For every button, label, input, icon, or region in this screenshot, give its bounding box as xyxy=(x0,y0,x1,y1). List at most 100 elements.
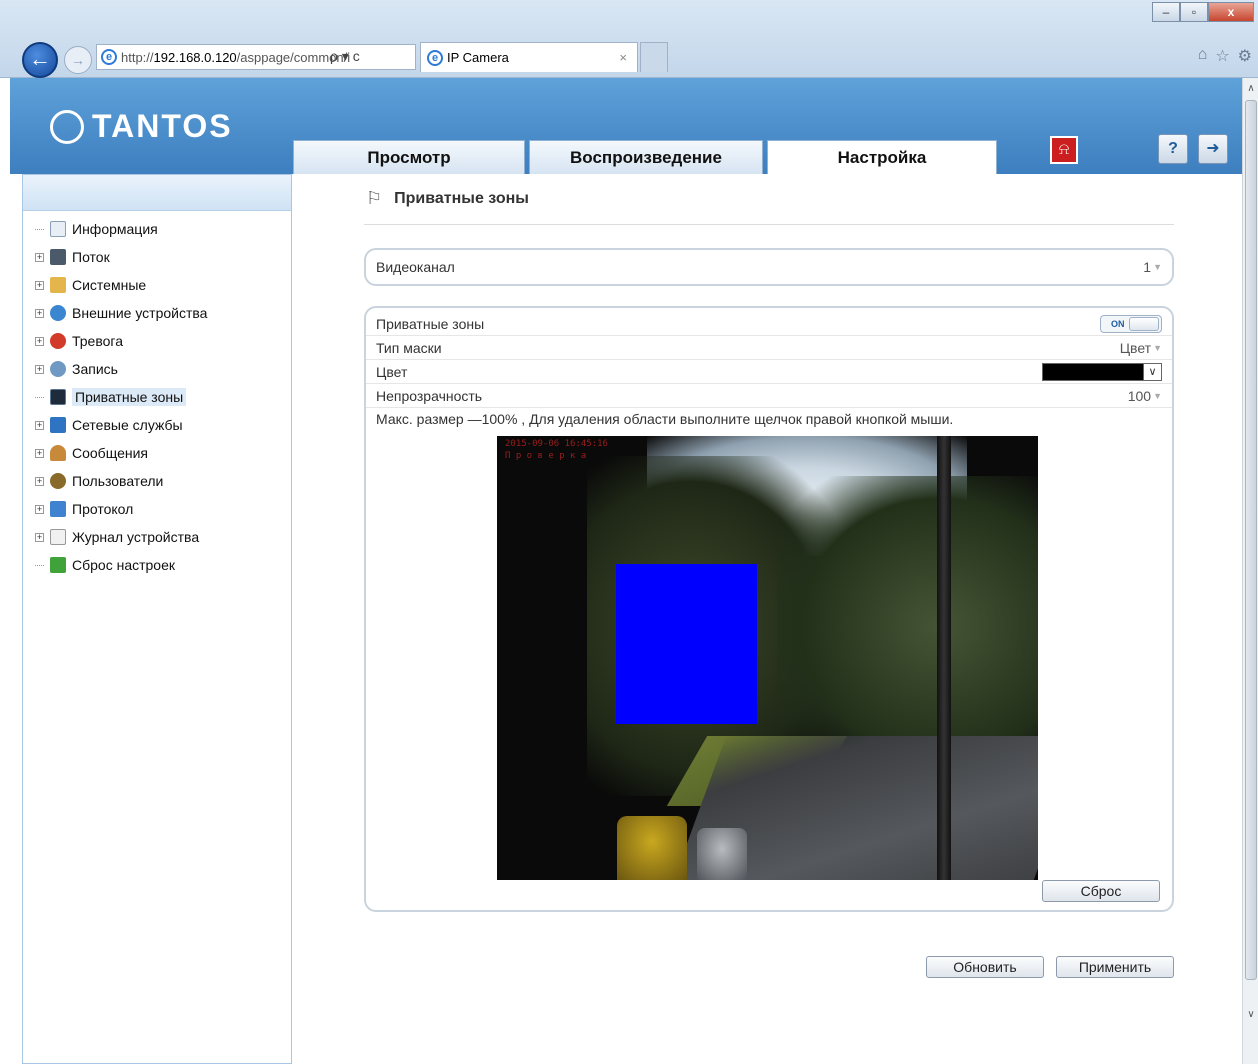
sidebar-item-label: Приватные зоны xyxy=(72,388,187,406)
scroll-up-icon[interactable]: ∧ xyxy=(1243,80,1258,98)
dropdown-caret-icon: ▼ xyxy=(1153,390,1162,401)
video-osd: 2015-09-06 16:45:16 П р о в е р к а xyxy=(505,438,608,462)
help-button[interactable]: ? xyxy=(1158,134,1188,164)
sidebar-item-label: Информация xyxy=(72,221,158,237)
address-url-prefix: http:// xyxy=(121,49,154,65)
favorites-star-icon[interactable]: ☆ xyxy=(1215,46,1229,66)
color-label: Цвет xyxy=(376,363,408,380)
back-button[interactable]: ← xyxy=(22,42,58,78)
privacy-zone-mask[interactable] xyxy=(616,564,757,724)
app-header: TANTOS Просмотр Воспроизведение Настройк… xyxy=(10,78,1242,175)
sidebar-item-label: Сетевые службы xyxy=(72,417,183,433)
help-icon: ? xyxy=(1168,140,1178,157)
scroll-down-icon[interactable]: ∨ xyxy=(1243,1006,1258,1024)
dropdown-caret-icon: ▼ xyxy=(1153,262,1162,272)
mask-type-select[interactable]: Цвет ▼ xyxy=(1120,340,1162,356)
sidebar-item-network-services[interactable]: + Сетевые службы xyxy=(23,411,291,439)
opacity-select[interactable]: 100 ▼ xyxy=(1128,388,1162,404)
osd-label: П р о в е р к а xyxy=(505,451,587,461)
logo-text: TANTOS xyxy=(92,108,233,144)
dropdown-caret-icon: ▼ xyxy=(1153,342,1162,353)
sidebar-item-messages[interactable]: + Сообщения xyxy=(23,439,291,467)
sidebar-item-protocol[interactable]: + Протокол xyxy=(23,495,291,523)
tab-live-view[interactable]: Просмотр xyxy=(293,140,525,174)
video-pole xyxy=(937,436,951,880)
tree-connector xyxy=(35,396,44,398)
sidebar-item-factory-reset[interactable]: Сброс настроек xyxy=(23,551,291,579)
refresh-button[interactable]: Обновить xyxy=(926,956,1044,978)
sidebar-item-record[interactable]: + Запись xyxy=(23,355,291,383)
expand-icon[interactable]: + xyxy=(35,364,44,374)
color-swatch xyxy=(1043,363,1143,380)
tab-close-icon[interactable]: × xyxy=(619,50,627,65)
sidebar-item-external-devices[interactable]: + Внешние устройства xyxy=(23,299,291,327)
sidebar-item-label: Поток xyxy=(72,249,110,265)
settings-gear-icon[interactable]: ⚙ xyxy=(1238,46,1252,66)
sidebar-item-alarm[interactable]: + Тревога xyxy=(23,327,291,355)
sidebar-item-label: Сообщения xyxy=(72,445,148,461)
sidebar-item-device-log[interactable]: + Журнал устройства xyxy=(23,523,291,551)
title-divider xyxy=(364,224,1174,225)
stream-icon xyxy=(50,249,66,265)
expand-icon[interactable]: + xyxy=(35,448,44,458)
browser-tab[interactable]: e IP Camera × xyxy=(420,42,638,72)
minimize-button[interactable]: – xyxy=(1152,2,1180,22)
mask-type-value: Цвет xyxy=(1119,339,1152,356)
tab-playback[interactable]: Воспроизведение xyxy=(529,140,763,174)
window-controls: – ▫ x xyxy=(1152,2,1254,22)
browser-toolbar-icons: ⌂ ☆ ⚙ xyxy=(1198,46,1252,66)
color-select[interactable]: ∨ xyxy=(1042,362,1162,381)
main-content: ⚐ Приватные зоны Видеоканал 1 ▼ Приватны… xyxy=(292,174,1242,1064)
privacy-enable-label: Приватные зоны xyxy=(376,315,485,332)
sidebar-item-system[interactable]: + Системные xyxy=(23,271,291,299)
expand-icon[interactable]: + xyxy=(35,336,44,346)
logout-button[interactable]: ➜ xyxy=(1198,134,1228,164)
sidebar-item-label: Внешние устройства xyxy=(72,305,208,321)
forward-arrow-icon: → xyxy=(71,52,85,68)
reset-zones-button[interactable]: Сброс xyxy=(1042,880,1160,902)
sidebar-item-label: Системные xyxy=(72,277,147,293)
address-url-host: 192.168.0.120 xyxy=(153,49,237,65)
expand-icon[interactable]: + xyxy=(35,308,44,318)
page-scrollbar[interactable]: ∧ ∨ xyxy=(1242,78,1258,1064)
camera-video-view[interactable]: 2015-09-06 16:45:16 П р о в е р к а xyxy=(497,436,1038,880)
alarm-icon xyxy=(50,333,66,349)
sidebar-item-privacy-zones[interactable]: Приватные зоны xyxy=(23,383,291,411)
logout-icon: ➜ xyxy=(1206,140,1220,157)
video-channel-select[interactable]: 1 ▼ xyxy=(1143,259,1162,275)
close-window-button[interactable]: x xyxy=(1208,2,1254,22)
expand-icon[interactable]: + xyxy=(35,280,44,290)
log-icon xyxy=(50,529,66,545)
expand-icon[interactable]: + xyxy=(35,252,44,262)
privacy-toggle[interactable]: ON xyxy=(1100,314,1162,333)
external-devices-icon xyxy=(50,305,66,321)
expand-icon[interactable]: + xyxy=(35,420,44,430)
sidebar-header xyxy=(23,175,291,211)
expand-icon[interactable]: + xyxy=(35,532,44,542)
video-car-silver xyxy=(697,828,747,880)
privacy-enable-row: Приватные зоны ON xyxy=(366,312,1172,336)
home-icon[interactable]: ⌂ xyxy=(1198,46,1208,66)
alarm-bell-button[interactable]: ⍾ xyxy=(1050,136,1078,164)
opacity-row: Непрозрачность 100 ▼ xyxy=(366,384,1172,408)
address-tools[interactable]: ρ ▾ c xyxy=(330,48,360,65)
users-icon xyxy=(50,473,66,489)
new-tab-button[interactable] xyxy=(640,42,668,72)
sidebar-item-information[interactable]: Информация xyxy=(23,215,291,243)
tab-settings[interactable]: Настройка xyxy=(767,140,997,175)
apply-button[interactable]: Применить xyxy=(1056,956,1174,978)
expand-icon[interactable]: + xyxy=(35,476,44,486)
reset-icon xyxy=(50,557,66,573)
sidebar-item-users[interactable]: + Пользователи xyxy=(23,467,291,495)
address-bar[interactable]: e http://192.168.0.120/asppage/common/i xyxy=(96,44,416,70)
toggle-state-text: ON xyxy=(1111,318,1125,329)
sidebar-item-stream[interactable]: + Поток xyxy=(23,243,291,271)
messages-icon xyxy=(50,445,66,461)
expand-icon[interactable]: + xyxy=(35,504,44,514)
scrollbar-thumb[interactable] xyxy=(1245,100,1257,980)
forward-button[interactable]: → xyxy=(64,46,92,74)
maximize-button[interactable]: ▫ xyxy=(1180,2,1208,22)
settings-tree: Информация + Поток + Системные + Внешние… xyxy=(23,211,291,579)
tree-connector xyxy=(35,564,44,566)
sidebar-item-label: Журнал устройства xyxy=(72,529,200,545)
